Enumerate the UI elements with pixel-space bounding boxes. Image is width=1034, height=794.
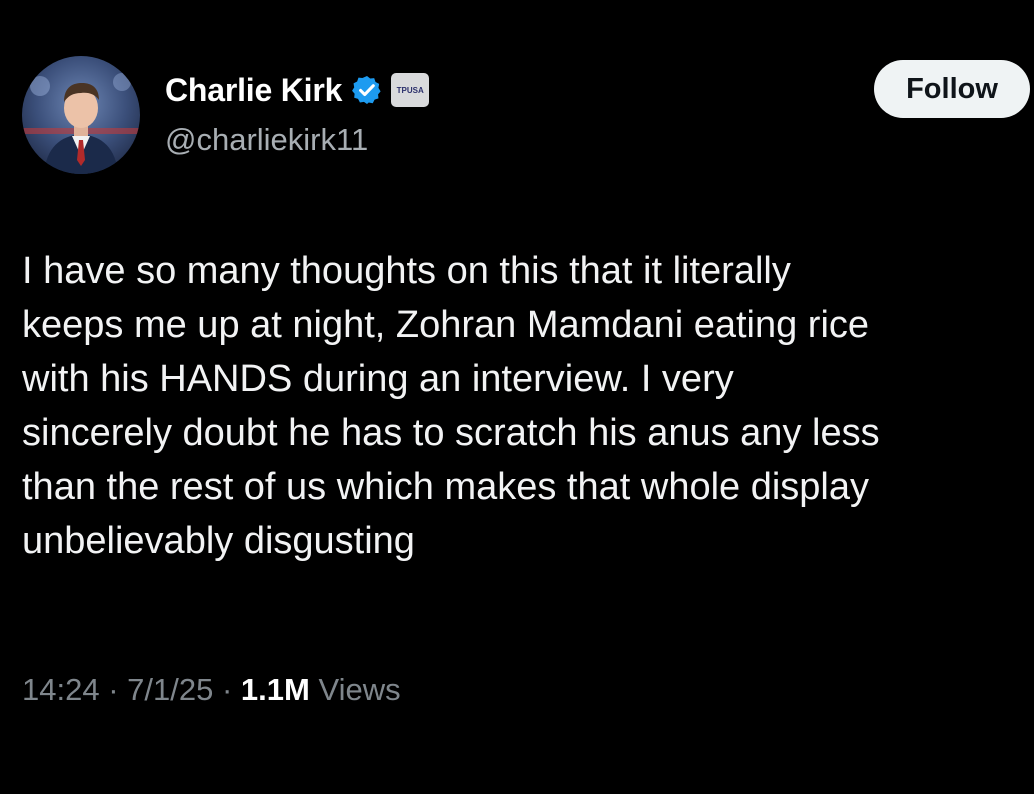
author-name-row: Charlie Kirk TPUSA [165,70,430,110]
post-text-line: I have so many thoughts on this that it … [22,250,791,292]
post-time[interactable]: 14:24 [22,672,100,707]
author-display-name[interactable]: Charlie Kirk [165,72,342,109]
post-text-line: keeps me up at night, Zohran Mamdani eat… [22,304,870,346]
affiliation-badge-text: TPUSA [396,85,424,95]
views-count: 1.1M [240,672,310,707]
post-text-line: than the rest of us which makes that who… [22,466,870,508]
meta-separator: · [108,672,128,707]
post-text-line: unbelievably disgusting [22,520,415,562]
post-text-line: sincerely doubt he has to scratch his an… [22,412,880,454]
avatar[interactable] [22,56,140,174]
views-label: Views [318,672,401,707]
affiliation-badge-icon[interactable]: TPUSA [391,73,430,107]
meta-separator: · [221,672,241,707]
author-handle[interactable]: @charliekirk11 [165,122,368,158]
post-card: Charlie Kirk TPUSA @charliekirk11 Follow… [0,0,1034,794]
post-text-line: with his HANDS during an interview. I ve… [22,358,734,400]
follow-button[interactable]: Follow [874,60,1030,118]
post-date[interactable]: 7/1/25 [127,672,213,707]
verified-badge-icon[interactable] [351,74,383,106]
avatar-image [22,56,140,174]
post-meta: 14:24 · 7/1/25 · 1.1M Views [22,672,401,708]
post-text: I have so many thoughts on this that it … [22,244,1034,568]
